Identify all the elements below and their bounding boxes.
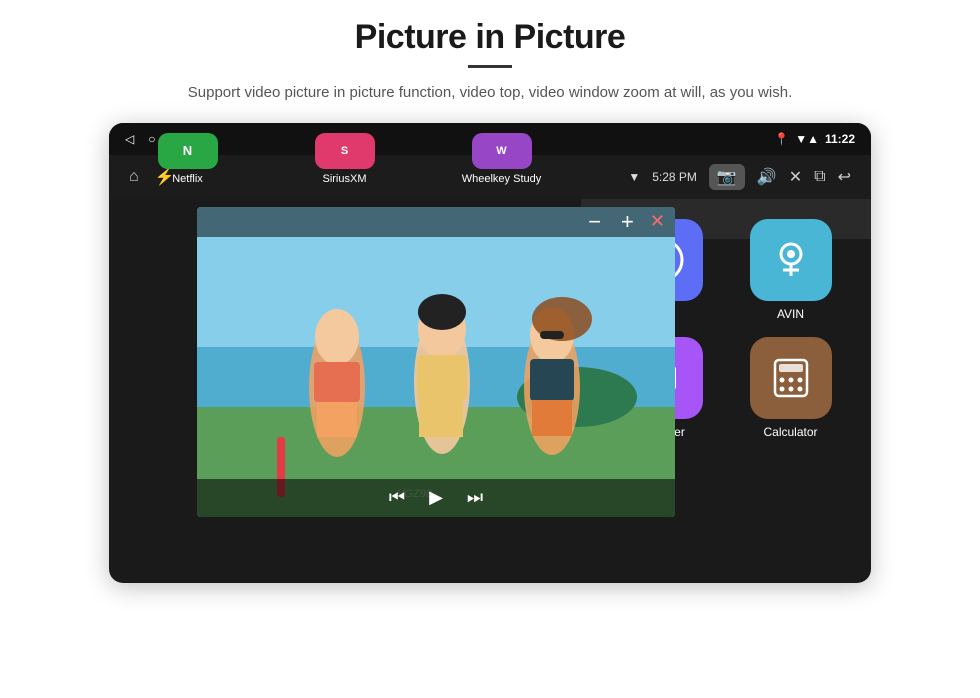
netflix-icon: N [158,133,218,169]
back-icon[interactable]: ↩ [838,167,851,187]
avin-label: AVIN [777,307,804,321]
netflix-label: Netflix [172,173,203,185]
play-button[interactable]: ▶ [429,487,443,508]
app-item-calculator[interactable]: Calculator [726,337,855,439]
avin-icon [750,219,832,301]
pip-nav-icon[interactable]: ⧉ [814,168,825,186]
next-button[interactable]: ⏭ [467,487,483,508]
camera-button[interactable]: 📷 [709,164,745,190]
title-divider [468,65,512,68]
video-scene: VGZ98 [197,207,675,517]
siriusxm-icon: S [315,133,375,169]
nav-time: 5:28 PM [652,170,697,184]
bottom-apps: N Netflix S SiriusXM W Wheelkey Study [109,123,581,199]
page-subtitle: Support video picture in picture functio… [188,82,792,105]
app-item-netflix[interactable]: N Netflix [109,133,266,185]
pip-header: − + ✕ [197,207,675,237]
prev-button[interactable]: ⏮ [389,487,405,508]
siriusxm-label: SiriusXM [322,173,366,185]
wifi-nav-icon: ▼ [628,170,640,184]
pip-bottom-controls: ⏮ ▶ ⏭ [197,479,675,517]
avin-svg [767,236,815,284]
wheelkey-label: Wheelkey Study [462,173,541,185]
page-title: Picture in Picture [355,18,626,57]
pip-controls-top: − + [588,209,634,235]
pip-video[interactable]: 📷 − + ✕ [197,207,675,517]
device-frame: ◁ ○ □ ▪ 📍 ▼▲ 11:22 ⌂ ⚡ ▼ 5:28 PM 📷 🔊 [109,123,871,583]
video-svg: VGZ98 [197,207,675,517]
calc-svg [767,354,815,402]
close-nav-icon[interactable]: ✕ [789,167,802,187]
calculator-label: Calculator [763,425,817,439]
nav-bar-right: ▼ 5:28 PM 📷 🔊 ✕ ⧉ ↩ [628,164,851,190]
wheelkey-icon: W [472,133,532,169]
volume-icon[interactable]: 🔊 [757,167,777,187]
calculator-icon [750,337,832,419]
status-time: 11:22 [825,132,855,146]
app-item-siriusxm[interactable]: S SiriusXM [266,133,423,185]
status-bar-right: 📍 ▼▲ 11:22 [774,132,855,146]
app-item-wheelkey[interactable]: W Wheelkey Study [423,133,580,185]
page-wrapper: Picture in Picture Support video picture… [0,0,980,698]
wifi-icon: ▼▲ [795,132,819,146]
location-icon: 📍 [774,132,789,146]
pip-plus-btn[interactable]: + [621,209,634,235]
pip-minus-btn[interactable]: − [588,209,601,235]
pip-close-btn[interactable]: ✕ [650,211,665,232]
app-item-avin[interactable]: AVIN [726,219,855,321]
